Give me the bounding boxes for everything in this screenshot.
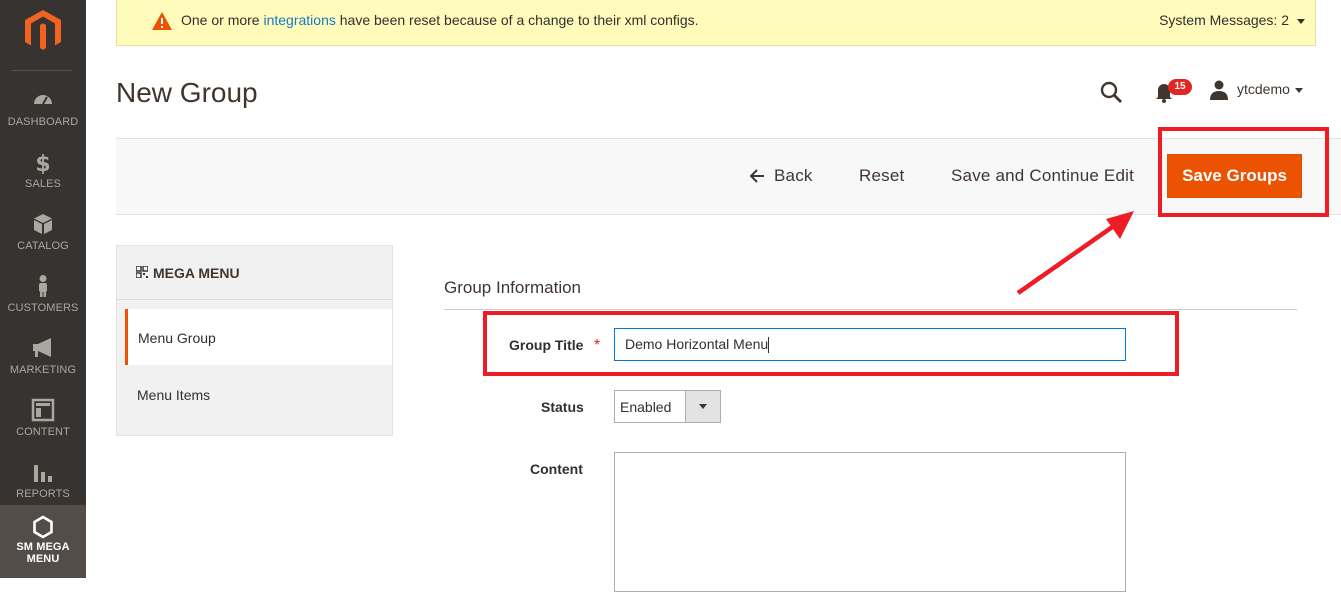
back-button[interactable]: Back — [774, 166, 813, 186]
system-message-text: One or more integrations have been reset… — [181, 12, 699, 28]
sidebar-item-label: CATALOG — [17, 240, 69, 252]
status-label: Status — [541, 399, 584, 415]
reset-button[interactable]: Reset — [859, 166, 904, 186]
box-icon — [34, 214, 52, 234]
chevron-down-icon — [1297, 18, 1305, 24]
section-divider — [444, 309, 1297, 310]
annotation-box-title — [483, 311, 1179, 376]
sidebar-item-label: DASHBOARD — [7, 116, 79, 128]
status-select[interactable]: Enabled — [614, 390, 721, 423]
warning-icon — [152, 12, 172, 30]
user-menu[interactable]: ytcdemo — [1237, 81, 1290, 97]
user-icon[interactable] — [1208, 80, 1230, 100]
sidebar-item-content[interactable]: CONTENT — [0, 394, 86, 456]
system-message-bar: One or more integrations have been reset… — [116, 0, 1316, 46]
dashboard-icon — [34, 95, 52, 105]
sidebar-item-dashboard[interactable]: DASHBOARD — [0, 84, 86, 146]
chevron-down-icon — [699, 404, 707, 409]
tabs-heading: MEGA MENU — [117, 246, 392, 300]
hexagon-icon — [33, 515, 53, 539]
bar-chart-icon — [34, 465, 52, 482]
magento-logo-icon[interactable] — [23, 8, 63, 52]
content-textarea[interactable] — [614, 452, 1126, 592]
sidebar-item-label: CONTENT — [16, 426, 70, 438]
layout-icon — [31, 398, 55, 422]
system-messages-toggle[interactable]: System Messages: 2 — [1159, 12, 1305, 28]
integrations-link[interactable]: integrations — [263, 12, 335, 28]
admin-sidebar: DASHBOARD $ SALES CATALOG CUSTOMERS MARK — [0, 0, 86, 578]
megaphone-icon — [33, 338, 51, 357]
search-icon[interactable] — [1099, 80, 1123, 104]
sidebar-item-sm-mega-menu[interactable]: SM MEGA MENU — [0, 505, 86, 578]
mega-menu-tabs: MEGA MENU Menu Group Menu Items — [116, 245, 393, 436]
grid-icon — [136, 266, 148, 278]
dollar-icon: $ — [35, 152, 50, 174]
sidebar-item-marketing[interactable]: MARKETING — [0, 332, 86, 394]
sidebar-divider — [12, 70, 72, 71]
save-continue-button[interactable]: Save and Continue Edit — [951, 166, 1134, 186]
person-icon — [39, 275, 47, 297]
sidebar-item-label: SM MEGA MENU — [16, 541, 70, 565]
tab-menu-items[interactable]: Menu Items — [117, 366, 384, 422]
sidebar-item-label: MARKETING — [9, 364, 77, 376]
sidebar-item-customers[interactable]: CUSTOMERS — [0, 270, 86, 332]
select-toggle[interactable] — [685, 391, 720, 422]
sidebar-item-catalog[interactable]: CATALOG — [0, 208, 86, 270]
sidebar-item-label: CUSTOMERS — [7, 302, 79, 314]
svg-text:$: $ — [35, 152, 50, 174]
sidebar-item-sales[interactable]: $ SALES — [0, 146, 86, 208]
arrow-left-icon[interactable] — [749, 169, 765, 183]
chevron-down-icon[interactable] — [1295, 88, 1303, 93]
annotation-box-save — [1158, 127, 1329, 217]
section-title: Group Information — [444, 278, 582, 297]
sidebar-item-label: REPORTS — [16, 488, 70, 500]
page-title: New Group — [116, 77, 258, 108]
annotation-arrow — [1016, 211, 1134, 295]
notifications-count-badge: 15 — [1168, 79, 1192, 95]
tab-menu-group[interactable]: Menu Group — [125, 309, 392, 365]
content-label: Content — [530, 461, 583, 477]
sidebar-item-label: SALES — [25, 178, 61, 190]
